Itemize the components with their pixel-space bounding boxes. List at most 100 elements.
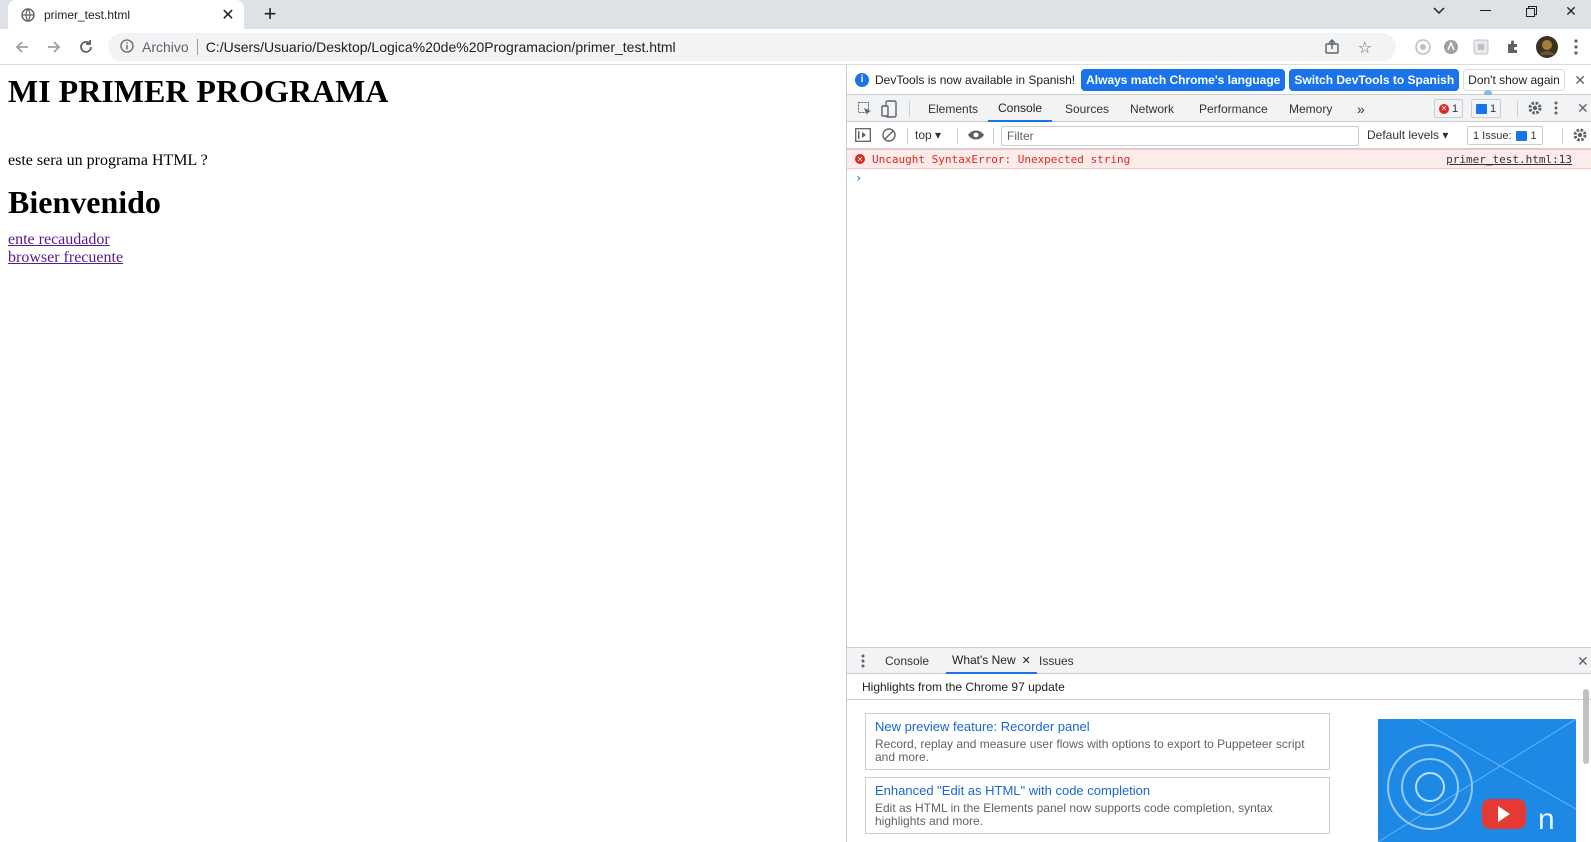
minimize-icon[interactable] [1462, 0, 1508, 22]
error-text: Uncaught SyntaxError: Unexpected string [872, 152, 1131, 166]
message-count-badge[interactable]: 1 [1471, 99, 1502, 118]
profile-avatar[interactable] [1535, 35, 1559, 59]
devtools-panel: i DevTools is now available in Spanish! … [846, 65, 1591, 842]
close-window-icon[interactable]: ✕ [1548, 0, 1591, 22]
close-whats-new-icon[interactable]: ✕ [1022, 654, 1031, 667]
settings-gear-icon[interactable] [1527, 100, 1543, 119]
drawer-tab-issues[interactable]: Issues [1039, 648, 1074, 674]
drawer-menu-icon[interactable] [861, 654, 865, 671]
close-tab-icon[interactable]: ✕ [218, 5, 238, 25]
forward-icon[interactable] [42, 35, 66, 59]
info-icon: i [855, 72, 869, 87]
console-error-message[interactable]: ✕ Uncaught SyntaxError: Unexpected strin… [847, 149, 1591, 169]
switch-spanish-button[interactable]: Switch DevTools to Spanish [1289, 68, 1460, 91]
page-heading: MI PRIMER PROGRAMA [8, 73, 389, 109]
news-card-desc: Edit as HTML in the Elements panel now s… [875, 801, 1273, 828]
page-subheading: Bienvenido [8, 184, 161, 220]
error-count: 1 [1452, 102, 1459, 115]
link-list: ente recaudador browser frecuente [8, 231, 838, 267]
inspect-element-icon[interactable] [857, 101, 873, 120]
issue-message-icon [1515, 130, 1527, 141]
console-divider-2 [957, 128, 958, 144]
filter-placeholder: Filter [1007, 129, 1034, 143]
link-ente-recaudador[interactable]: ente recaudador [8, 231, 838, 249]
infobar-message: DevTools is now available in Spanish! [875, 72, 1076, 87]
info-icon[interactable] [120, 38, 134, 56]
tab-sources[interactable]: Sources [1065, 95, 1109, 122]
error-source-link[interactable]: primer_test.html:13 [1446, 153, 1572, 166]
issues-label: 1 Issue: [1473, 129, 1512, 142]
drawer-tab-whats-new[interactable]: What's New ✕ [946, 648, 1037, 674]
context-selector[interactable]: top ▾ [915, 128, 941, 142]
tab-network[interactable]: Network [1130, 95, 1174, 122]
extension-icon[interactable] [1413, 37, 1433, 57]
clear-console-icon[interactable] [882, 128, 896, 145]
tab-strip: primer_test.html ✕ + ✕ [0, 0, 1591, 29]
share-icon[interactable] [1324, 39, 1340, 58]
url-text[interactable]: C:/Users/Usuario/Desktop/Logica%20de%20P… [206, 39, 676, 55]
news-card-recorder[interactable]: New preview feature: Recorder panel Reco… [865, 713, 1330, 770]
omnibox-separator [196, 39, 198, 55]
whats-new-header: Highlights from the Chrome 97 update [847, 674, 1591, 700]
dont-show-again-button[interactable]: Don't show again [1463, 68, 1565, 91]
new-tab-button[interactable]: + [258, 1, 282, 26]
console-filter-input[interactable]: Filter [1001, 126, 1359, 146]
log-levels-dropdown[interactable]: Default levels ▾ [1367, 128, 1448, 142]
devtools-tabs: Elements Console Sources Network Perform… [847, 95, 1591, 122]
live-expression-eye-icon[interactable] [967, 129, 985, 144]
tab-memory[interactable]: Memory [1289, 95, 1332, 122]
drawer-scrollbar[interactable] [1583, 689, 1589, 764]
browser-toolbar: Archivo C:/Users/Usuario/Desktop/Logica%… [0, 29, 1591, 65]
news-card-title[interactable]: New preview feature: Recorder panel [875, 719, 1320, 734]
issues-button[interactable]: 1 Issue: 1 [1467, 126, 1543, 145]
tab-performance[interactable]: Performance [1199, 95, 1268, 122]
device-toolbar-icon[interactable] [881, 100, 897, 121]
language-infobar: i DevTools is now available in Spanish! … [847, 65, 1591, 98]
bookmark-star-icon[interactable]: ☆ [1358, 38, 1372, 58]
issues-count: 1 [1530, 129, 1537, 142]
extension-icon-3[interactable] [1471, 37, 1491, 57]
console-divider-4 [1562, 128, 1563, 144]
console-prompt[interactable]: › [855, 171, 862, 185]
console-settings-gear-icon[interactable] [1572, 127, 1588, 146]
close-devtools-icon[interactable]: ✕ [1577, 100, 1589, 117]
match-language-button[interactable]: Always match Chrome's language [1081, 68, 1286, 91]
tab-elements[interactable]: Elements [928, 95, 978, 122]
reload-icon[interactable] [74, 35, 98, 59]
console-divider-3 [993, 128, 994, 144]
log-levels-label: Default levels [1367, 128, 1440, 142]
address-bar[interactable]: Archivo C:/Users/Usuario/Desktop/Logica%… [108, 33, 1396, 61]
sidebar-toggle-icon[interactable] [855, 128, 871, 145]
tab-search-icon[interactable] [1416, 0, 1462, 22]
drawer-tabs: Console What's New ✕ Issues ✕ [847, 647, 1591, 674]
console-divider [907, 128, 908, 144]
customize-menu-icon[interactable] [1554, 101, 1558, 118]
page-viewport: MI PRIMER PROGRAMA este sera un programa… [0, 65, 846, 842]
context-label: top [915, 128, 932, 142]
more-tabs-icon[interactable]: » [1357, 95, 1365, 122]
more-menu-icon[interactable] [1566, 37, 1586, 57]
drawer-tab-console[interactable]: Console [885, 648, 929, 674]
close-infobar-icon[interactable]: ✕ [1574, 72, 1586, 89]
svg-text:n: n [1538, 803, 1555, 836]
whats-new-content: New preview feature: Recorder panel Reco… [847, 700, 1591, 842]
close-drawer-icon[interactable]: ✕ [1577, 653, 1589, 670]
extension-icon-2[interactable] [1441, 37, 1461, 57]
news-card-title[interactable]: Enhanced "Edit as HTML" with code comple… [875, 783, 1320, 798]
video-thumbnail[interactable]: n [1378, 719, 1576, 842]
site-info-chip[interactable]: Archivo [142, 39, 189, 55]
message-count: 1 [1490, 102, 1497, 115]
globe-icon [20, 7, 36, 23]
message-icon [1476, 103, 1487, 114]
tab-console[interactable]: Console [988, 95, 1053, 122]
tab-title: primer_test.html [44, 7, 131, 22]
error-icon: ✕ [1439, 103, 1449, 114]
link-browser-frecuente[interactable]: browser frecuente [8, 249, 838, 267]
browser-tab[interactable]: primer_test.html ✕ [8, 0, 244, 29]
error-count-badge[interactable]: ✕ 1 [1434, 99, 1464, 118]
puzzle-icon[interactable] [1503, 37, 1523, 57]
news-card-edit-as-html[interactable]: Enhanced "Edit as HTML" with code comple… [865, 777, 1330, 834]
page-paragraph: este sera un programa HTML ? [8, 152, 208, 169]
back-icon[interactable] [10, 35, 34, 59]
tabs-divider [909, 101, 910, 117]
